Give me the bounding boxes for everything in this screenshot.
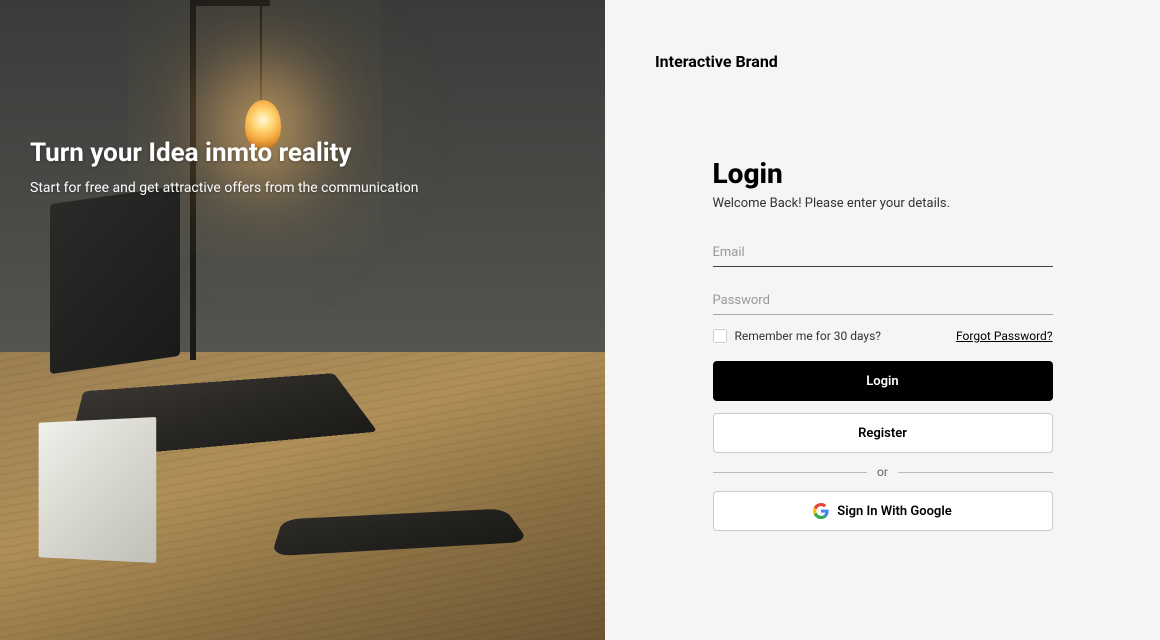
- login-button[interactable]: Login: [713, 361, 1053, 401]
- google-button-label: Sign In With Google: [837, 504, 951, 519]
- login-title: Login: [713, 157, 1053, 190]
- or-divider: or: [713, 465, 1053, 479]
- hero-panel: Turn your Idea inmto reality Start for f…: [0, 0, 605, 640]
- remember-checkbox[interactable]: [713, 329, 727, 343]
- or-label: or: [877, 465, 888, 479]
- auth-panel: Interactive Brand Login Welcome Back! Pl…: [605, 0, 1160, 640]
- hero-background-scene: [0, 0, 605, 640]
- login-form: Login Welcome Back! Please enter your de…: [663, 157, 1103, 531]
- register-button[interactable]: Register: [713, 413, 1053, 453]
- email-field[interactable]: [713, 239, 1053, 267]
- google-icon: [813, 503, 829, 519]
- remember-label: Remember me for 30 days?: [735, 329, 881, 343]
- google-signin-button[interactable]: Sign In With Google: [713, 491, 1053, 531]
- password-field[interactable]: [713, 287, 1053, 315]
- brand-name: Interactive Brand: [655, 52, 1110, 71]
- forgot-password-link[interactable]: Forgot Password?: [956, 329, 1052, 343]
- hero-title: Turn your Idea inmto reality: [30, 138, 419, 168]
- login-button-label: Login: [866, 374, 898, 389]
- register-button-label: Register: [858, 426, 907, 441]
- login-subtitle: Welcome Back! Please enter your details.: [713, 196, 1053, 211]
- hero-subtitle: Start for free and get attractive offers…: [30, 180, 419, 196]
